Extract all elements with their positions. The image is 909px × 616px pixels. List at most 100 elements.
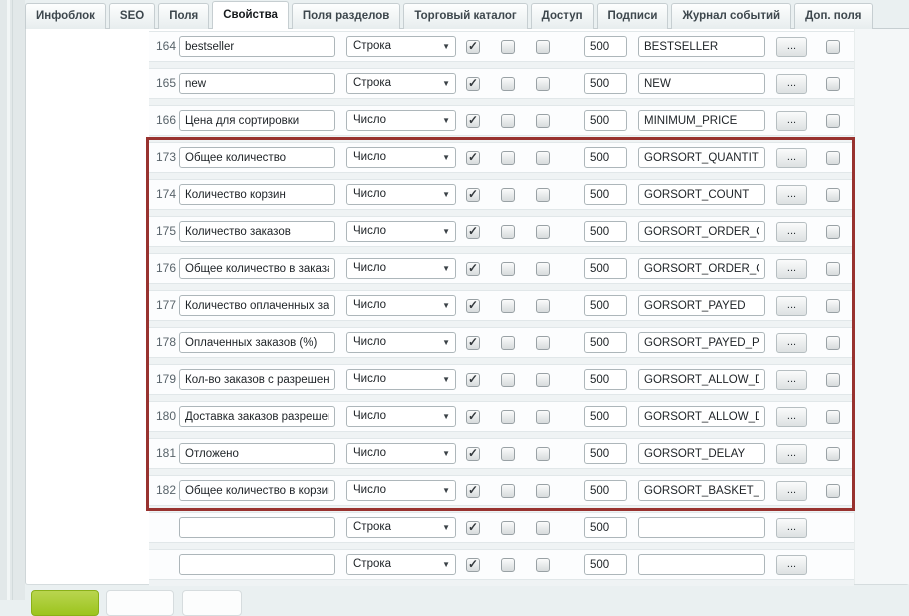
code-input[interactable]: [638, 406, 765, 427]
active-checkbox[interactable]: ✓: [466, 188, 480, 202]
sort-input[interactable]: [584, 258, 627, 279]
property-name-input[interactable]: [179, 36, 335, 57]
property-name-input[interactable]: [179, 258, 335, 279]
delete-checkbox[interactable]: [826, 410, 840, 424]
multiple-checkbox[interactable]: [501, 558, 515, 572]
settings-button[interactable]: ...: [776, 222, 807, 242]
multiple-checkbox[interactable]: [501, 447, 515, 461]
settings-button[interactable]: ...: [776, 555, 807, 575]
active-checkbox[interactable]: ✓: [466, 299, 480, 313]
settings-button[interactable]: ...: [776, 296, 807, 316]
code-input[interactable]: [638, 221, 765, 242]
property-type-select[interactable]: Строка▼: [346, 517, 456, 538]
property-type-select[interactable]: Число▼: [346, 184, 456, 205]
delete-checkbox[interactable]: [826, 262, 840, 276]
property-name-input[interactable]: [179, 443, 335, 464]
required-checkbox[interactable]: [536, 484, 550, 498]
active-checkbox[interactable]: ✓: [466, 558, 480, 572]
sort-input[interactable]: [584, 443, 627, 464]
tab-infoblock[interactable]: Инфоблок: [25, 3, 106, 29]
required-checkbox[interactable]: [536, 40, 550, 54]
property-type-select[interactable]: Число▼: [346, 369, 456, 390]
sort-input[interactable]: [584, 110, 627, 131]
sort-input[interactable]: [584, 221, 627, 242]
settings-button[interactable]: ...: [776, 37, 807, 57]
property-type-select[interactable]: Число▼: [346, 110, 456, 131]
settings-button[interactable]: ...: [776, 444, 807, 464]
code-input[interactable]: [638, 369, 765, 390]
settings-button[interactable]: ...: [776, 518, 807, 538]
code-input[interactable]: [638, 480, 765, 501]
property-name-input[interactable]: [179, 480, 335, 501]
delete-checkbox[interactable]: [826, 40, 840, 54]
settings-button[interactable]: ...: [776, 481, 807, 501]
code-input[interactable]: [638, 184, 765, 205]
multiple-checkbox[interactable]: [501, 151, 515, 165]
settings-button[interactable]: ...: [776, 370, 807, 390]
active-checkbox[interactable]: ✓: [466, 262, 480, 276]
multiple-checkbox[interactable]: [501, 373, 515, 387]
footer-button-secondary-2[interactable]: [182, 590, 242, 616]
property-type-select[interactable]: Строка▼: [346, 73, 456, 94]
delete-checkbox[interactable]: [826, 447, 840, 461]
property-type-select[interactable]: Число▼: [346, 332, 456, 353]
code-input[interactable]: [638, 73, 765, 94]
required-checkbox[interactable]: [536, 77, 550, 91]
required-checkbox[interactable]: [536, 336, 550, 350]
property-type-select[interactable]: Число▼: [346, 443, 456, 464]
delete-checkbox[interactable]: [826, 77, 840, 91]
required-checkbox[interactable]: [536, 188, 550, 202]
delete-checkbox[interactable]: [826, 114, 840, 128]
active-checkbox[interactable]: ✓: [466, 410, 480, 424]
tab-fields[interactable]: Поля: [158, 3, 209, 29]
tab-seo[interactable]: SEO: [109, 3, 155, 29]
sort-input[interactable]: [584, 332, 627, 353]
required-checkbox[interactable]: [536, 114, 550, 128]
sort-input[interactable]: [584, 147, 627, 168]
code-input[interactable]: [638, 332, 765, 353]
multiple-checkbox[interactable]: [501, 77, 515, 91]
property-type-select[interactable]: Число▼: [346, 147, 456, 168]
required-checkbox[interactable]: [536, 447, 550, 461]
code-input[interactable]: [638, 295, 765, 316]
property-name-input[interactable]: [179, 295, 335, 316]
sort-input[interactable]: [584, 554, 627, 575]
property-name-input[interactable]: [179, 554, 335, 575]
multiple-checkbox[interactable]: [501, 114, 515, 128]
property-name-input[interactable]: [179, 110, 335, 131]
property-name-input[interactable]: [179, 369, 335, 390]
sort-input[interactable]: [584, 73, 627, 94]
settings-button[interactable]: ...: [776, 185, 807, 205]
property-type-select[interactable]: Число▼: [346, 406, 456, 427]
code-input[interactable]: [638, 517, 765, 538]
required-checkbox[interactable]: [536, 225, 550, 239]
sort-input[interactable]: [584, 295, 627, 316]
code-input[interactable]: [638, 110, 765, 131]
required-checkbox[interactable]: [536, 262, 550, 276]
property-name-input[interactable]: [179, 221, 335, 242]
settings-button[interactable]: ...: [776, 333, 807, 353]
property-type-select[interactable]: Число▼: [346, 480, 456, 501]
active-checkbox[interactable]: ✓: [466, 336, 480, 350]
required-checkbox[interactable]: [536, 299, 550, 313]
code-input[interactable]: [638, 443, 765, 464]
settings-button[interactable]: ...: [776, 74, 807, 94]
property-name-input[interactable]: [179, 184, 335, 205]
property-name-input[interactable]: [179, 147, 335, 168]
sort-input[interactable]: [584, 184, 627, 205]
settings-button[interactable]: ...: [776, 111, 807, 131]
multiple-checkbox[interactable]: [501, 484, 515, 498]
multiple-checkbox[interactable]: [501, 336, 515, 350]
multiple-checkbox[interactable]: [501, 299, 515, 313]
required-checkbox[interactable]: [536, 151, 550, 165]
tab-event-log[interactable]: Журнал событий: [671, 3, 791, 29]
code-input[interactable]: [638, 258, 765, 279]
required-checkbox[interactable]: [536, 373, 550, 387]
active-checkbox[interactable]: ✓: [466, 40, 480, 54]
delete-checkbox[interactable]: [826, 188, 840, 202]
multiple-checkbox[interactable]: [501, 225, 515, 239]
sort-input[interactable]: [584, 517, 627, 538]
sort-input[interactable]: [584, 480, 627, 501]
required-checkbox[interactable]: [536, 521, 550, 535]
property-name-input[interactable]: [179, 73, 335, 94]
